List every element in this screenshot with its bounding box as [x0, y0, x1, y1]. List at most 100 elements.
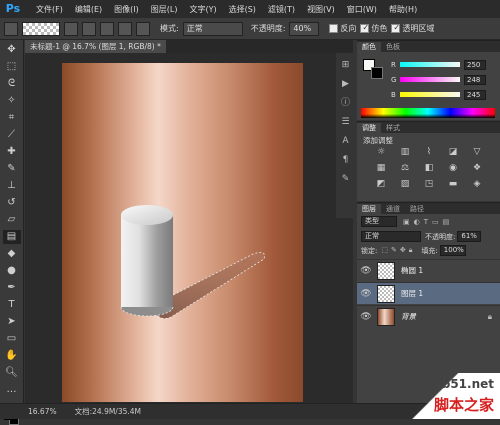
- menu-filter[interactable]: 滤镜(T): [262, 4, 301, 15]
- tab-layers[interactable]: 图层: [357, 204, 381, 214]
- eye-icon[interactable]: 👁︎: [357, 312, 375, 322]
- menu-select[interactable]: 选择(S): [223, 4, 262, 15]
- transparency-checkbox[interactable]: 透明区域: [391, 23, 434, 34]
- reverse-checkbox[interactable]: 反向: [329, 23, 356, 34]
- zoom-tool-icon[interactable]: 🔍︎: [3, 366, 21, 380]
- paragraph-panel-icon[interactable]: ¶: [339, 154, 352, 167]
- blur-tool-icon[interactable]: ◆: [3, 247, 21, 261]
- color-balance-icon[interactable]: ⚖: [399, 163, 411, 174]
- healing-brush-tool-icon[interactable]: ✚: [3, 145, 21, 159]
- marquee-tool-icon[interactable]: ⬚: [3, 60, 21, 74]
- watermark-domain: jb51.net: [437, 377, 494, 391]
- mode-select[interactable]: 正常: [182, 21, 243, 36]
- diamond-gradient-button[interactable]: [136, 21, 150, 36]
- lock-icons[interactable]: ⬚✎✥🔒︎: [381, 246, 415, 255]
- dither-check-box[interactable]: [360, 24, 370, 33]
- layer-kind-select[interactable]: 类型: [361, 216, 397, 227]
- menu-type[interactable]: 文字(Y): [183, 4, 222, 15]
- gradient-preview[interactable]: [22, 21, 60, 36]
- filter-icons[interactable]: ▣◐T▭▤: [403, 218, 453, 226]
- photo-filter-icon[interactable]: ◉: [447, 163, 459, 174]
- radial-gradient-button[interactable]: [82, 21, 96, 36]
- tab-paths[interactable]: 路径: [405, 204, 429, 214]
- tab-adjustments[interactable]: 调整: [357, 123, 381, 133]
- shape-tool-icon[interactable]: ▭: [3, 332, 21, 346]
- selective-color-icon[interactable]: ◈: [471, 179, 483, 190]
- layer-row-background[interactable]: 👁︎ 背景 🔒︎: [357, 305, 500, 327]
- angle-gradient-button[interactable]: [100, 21, 114, 36]
- menu-window[interactable]: 窗口(W): [341, 4, 383, 15]
- properties-panel-icon[interactable]: ☰: [339, 116, 352, 129]
- brightness-icon[interactable]: ☼: [375, 147, 387, 158]
- opacity-input[interactable]: 40%: [289, 21, 320, 36]
- history-brush-tool-icon[interactable]: ↺: [3, 196, 21, 210]
- layer-row-layer1[interactable]: 👁︎ 图层 1: [357, 282, 500, 304]
- tool-preset-picker[interactable]: [4, 21, 18, 36]
- path-selection-tool-icon[interactable]: ➤: [3, 315, 21, 329]
- tab-color[interactable]: 颜色: [357, 42, 381, 52]
- info-panel-icon[interactable]: ⓘ: [339, 97, 352, 110]
- eye-icon[interactable]: 👁︎: [357, 289, 375, 299]
- crop-tool-icon[interactable]: ⌗: [3, 111, 21, 125]
- character-panel-icon[interactable]: A: [339, 135, 352, 148]
- black-white-icon[interactable]: ◧: [423, 163, 435, 174]
- move-tool-icon[interactable]: ✥: [3, 43, 21, 57]
- curves-icon[interactable]: ⌇: [423, 147, 435, 158]
- layer-opacity-input[interactable]: 61%: [457, 231, 482, 242]
- tab-channels[interactable]: 通道: [381, 204, 405, 214]
- document-canvas[interactable]: [62, 63, 303, 402]
- vibrance-icon[interactable]: ▽: [471, 147, 483, 158]
- blue-value-input[interactable]: 245: [464, 89, 486, 100]
- dodge-tool-icon[interactable]: ●: [3, 264, 21, 278]
- menu-help[interactable]: 帮助(H): [383, 4, 423, 15]
- menu-image[interactable]: 图像(I): [108, 4, 145, 15]
- dither-checkbox[interactable]: 仿色: [360, 23, 387, 34]
- lasso-tool-icon[interactable]: ᘓ: [3, 77, 21, 91]
- linear-gradient-button[interactable]: [64, 21, 78, 36]
- menu-layer[interactable]: 图层(L): [145, 4, 184, 15]
- reverse-check-box[interactable]: [329, 24, 339, 33]
- red-slider[interactable]: [400, 62, 460, 67]
- blend-mode-select[interactable]: 正常: [361, 231, 421, 242]
- history-panel-icon[interactable]: ⊞: [339, 59, 352, 72]
- menu-edit[interactable]: 编辑(E): [69, 4, 108, 15]
- magic-wand-tool-icon[interactable]: ✧: [3, 94, 21, 108]
- levels-icon[interactable]: ▥: [399, 147, 411, 158]
- menu-view[interactable]: 视图(V): [301, 4, 341, 15]
- green-value-input[interactable]: 248: [464, 74, 486, 85]
- red-value-input[interactable]: 250: [464, 59, 486, 70]
- menu-file[interactable]: 文件(F): [30, 4, 69, 15]
- eraser-tool-icon[interactable]: ▱: [3, 213, 21, 227]
- reflected-gradient-button[interactable]: [118, 21, 132, 36]
- zoom-level[interactable]: 16.67%: [28, 407, 57, 416]
- pen-tool-icon[interactable]: ✒: [3, 281, 21, 295]
- actions-panel-icon[interactable]: ▶: [339, 78, 352, 91]
- tab-styles[interactable]: 样式: [381, 123, 405, 133]
- invert-icon[interactable]: ◩: [375, 179, 387, 190]
- exposure-icon[interactable]: ◪: [447, 147, 459, 158]
- tab-swatches[interactable]: 色板: [381, 42, 405, 52]
- type-tool-icon[interactable]: T: [3, 298, 21, 312]
- channel-mixer-icon[interactable]: ❖: [471, 163, 483, 174]
- gradient-map-icon[interactable]: ▬: [447, 179, 459, 190]
- transparency-check-box[interactable]: [391, 24, 401, 33]
- posterize-icon[interactable]: ▨: [399, 179, 411, 190]
- gradient-tool-icon[interactable]: ▤: [2, 230, 21, 244]
- brush-tool-icon[interactable]: ✎: [3, 162, 21, 176]
- fill-input[interactable]: 100%: [439, 245, 466, 256]
- more-tools-icon[interactable]: …: [3, 383, 21, 397]
- blue-slider[interactable]: [400, 92, 460, 97]
- eyedropper-tool-icon[interactable]: ⟋: [3, 128, 21, 142]
- color-spectrum[interactable]: [361, 108, 495, 118]
- canvas-area[interactable]: [25, 53, 353, 403]
- hue-saturation-icon[interactable]: ▦: [375, 163, 387, 174]
- layer-row-ellipse[interactable]: 👁︎ 椭圆 1: [357, 259, 500, 281]
- eye-icon[interactable]: 👁︎: [357, 266, 375, 276]
- threshold-icon[interactable]: ◳: [423, 179, 435, 190]
- green-slider[interactable]: [400, 77, 460, 82]
- bg-color-chip[interactable]: [371, 67, 383, 79]
- brushes-panel-icon[interactable]: ✎: [339, 173, 352, 186]
- document-tab[interactable]: 未标题-1 @ 16.7% (图层 1, RGB/8) *: [25, 40, 166, 53]
- hand-tool-icon[interactable]: ✋: [3, 349, 21, 363]
- clone-stamp-tool-icon[interactable]: ⊥: [3, 179, 21, 193]
